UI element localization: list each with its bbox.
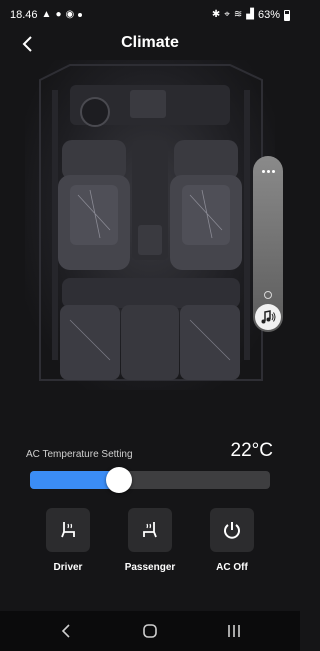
ac-off-button[interactable]: [210, 508, 254, 552]
driver-seat-button[interactable]: [46, 508, 90, 552]
temperature-value: 22°C: [230, 440, 273, 461]
messenger-icon: ◉: [65, 9, 75, 20]
battery-percent: 63%: [257, 9, 280, 21]
status-bar: 18.46 ▲ ● ◉ ✱ ⌖ ≋ ▟ 63%: [0, 0, 300, 30]
ac-off-control[interactable]: AC Off: [192, 508, 272, 573]
back-icon: [61, 624, 70, 638]
page-title: Climate: [121, 34, 179, 51]
climate-controls: Driver Passenger AC Off: [0, 508, 300, 578]
wifi-icon: ≋: [233, 9, 243, 20]
driver-seat-control[interactable]: Driver: [28, 508, 108, 573]
power-icon: [224, 522, 240, 539]
nav-home-button[interactable]: [140, 621, 160, 641]
header: Climate: [0, 30, 300, 58]
navigation-bar: [0, 611, 300, 651]
passenger-seat-button[interactable]: [128, 508, 172, 552]
side-control-panel: [253, 156, 283, 332]
status-right: ✱ ⌖ ≋ ▟ 63%: [212, 9, 290, 21]
notification-dot-icon: [78, 13, 83, 17]
facebook-icon: ●: [55, 9, 62, 20]
recents-icon: [228, 625, 240, 637]
nav-back-button[interactable]: [56, 621, 76, 641]
more-dots-icon[interactable]: [253, 162, 283, 180]
temperature-label: AC Temperature Setting: [26, 449, 133, 460]
status-left: 18.46 ▲ ● ◉: [10, 9, 83, 21]
battery-icon: [284, 9, 290, 21]
status-time: 18.46: [10, 9, 38, 21]
bluetooth-icon: ✱: [211, 9, 221, 20]
passenger-seat-control[interactable]: Passenger: [110, 508, 190, 573]
driver-label: Driver: [53, 562, 83, 573]
heated-seat-icon: [61, 522, 75, 538]
passenger-label: Passenger: [124, 562, 176, 573]
music-button[interactable]: [255, 304, 281, 330]
small-circle-icon: [264, 291, 272, 299]
nav-recents-button[interactable]: [224, 621, 244, 641]
music-icon: [261, 310, 276, 324]
signal-icon: ▟: [246, 9, 254, 20]
home-icon: [143, 624, 157, 638]
heated-seat-icon: [143, 522, 157, 538]
temperature-slider[interactable]: [30, 467, 270, 493]
ac-off-label: AC Off: [216, 562, 248, 573]
warning-icon: ▲: [41, 9, 52, 20]
location-icon: ⌖: [224, 9, 230, 20]
slider-thumb[interactable]: [106, 467, 132, 493]
